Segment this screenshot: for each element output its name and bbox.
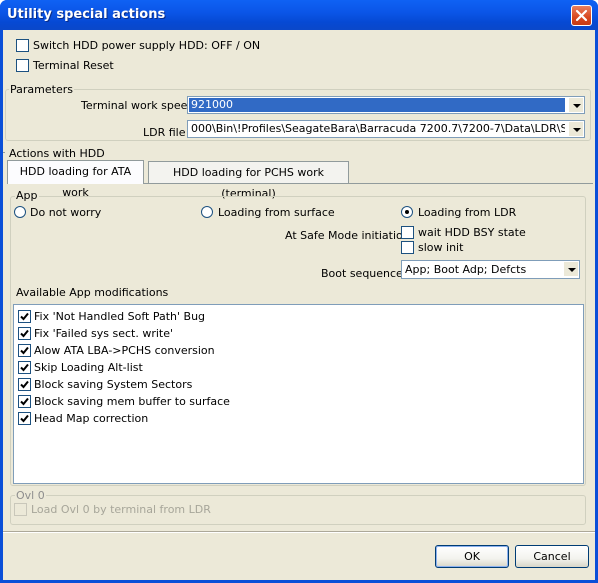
boot-sequence-select[interactable]: App; Boot Adp; Defcts xyxy=(401,260,580,279)
close-icon xyxy=(575,9,588,22)
list-item-label: Skip Loading Alt-list xyxy=(34,361,143,374)
checkbox-checked[interactable] xyxy=(18,412,31,425)
slow-init-checkbox[interactable] xyxy=(401,241,414,254)
radio-do-not-worry[interactable] xyxy=(14,206,26,218)
checkmark-icon xyxy=(20,363,29,372)
checkmark-icon xyxy=(20,397,29,406)
checkmark-icon xyxy=(20,380,29,389)
terminal-reset-checkbox[interactable] xyxy=(16,59,29,72)
list-item-label: Alow ATA LBA->PCHS conversion xyxy=(34,344,215,357)
chevron-down-icon[interactable] xyxy=(564,262,578,276)
radio-loading-from-surface[interactable] xyxy=(201,206,213,218)
ok-button[interactable]: OK xyxy=(435,545,509,568)
load-ovl-label: Load Ovl 0 by terminal from LDR xyxy=(31,503,211,516)
boot-sequence-label: Boot sequence xyxy=(321,267,403,280)
terminal-reset-label: Terminal Reset xyxy=(33,59,114,72)
ldr-file-select[interactable]: 000\Bin\!Profiles\SeagateBara\Barracuda … xyxy=(187,120,585,138)
dialog-window: Utility special actions Switch HDD power… xyxy=(0,0,598,583)
chevron-down-icon[interactable] xyxy=(569,122,583,136)
checkbox-checked[interactable] xyxy=(18,378,31,391)
cancel-button[interactable]: Cancel xyxy=(515,545,589,568)
tab-ata-work[interactable]: HDD loading for ATA work xyxy=(7,160,144,199)
radio-loading-from-ldr[interactable] xyxy=(401,206,413,218)
close-button[interactable] xyxy=(571,5,592,26)
checkmark-icon xyxy=(20,414,29,423)
tab-pchs-work[interactable]: HDD loading for PCHS work (terminal) xyxy=(148,161,349,200)
switch-power-checkbox[interactable] xyxy=(16,39,29,52)
switch-power-label: Switch HDD power supply HDD: OFF / ON xyxy=(33,39,261,52)
terminal-speed-label: Terminal work speed xyxy=(81,99,195,112)
checkbox-checked[interactable] xyxy=(18,310,31,323)
app-group-label: App xyxy=(15,189,39,202)
checkmark-icon xyxy=(20,329,29,338)
wait-bsy-label: wait HDD BSY state xyxy=(418,226,526,239)
radio-loading-from-ldr-label: Loading from LDR xyxy=(418,206,517,219)
ldr-file-value: 000\Bin\!Profiles\SeagateBara\Barracuda … xyxy=(191,122,565,135)
actions-group-label: Actions with HDD xyxy=(9,147,105,160)
safe-mode-label: At Safe Mode initiation xyxy=(285,229,410,242)
checkbox-checked[interactable] xyxy=(18,361,31,374)
load-ovl-checkbox[interactable] xyxy=(14,503,27,516)
list-item-label: Block saving mem buffer to surface xyxy=(34,395,230,408)
modifications-list[interactable]: Fix 'Not Handled Soft Path' Bug Fix 'Fai… xyxy=(13,304,584,484)
list-item-label: Fix 'Failed sys sect. write' xyxy=(34,327,174,340)
dialog-body: Switch HDD power supply HDD: OFF / ON Te… xyxy=(3,30,595,580)
radio-loading-from-surface-label: Loading from surface xyxy=(218,206,335,219)
boot-sequence-value: App; Boot Adp; Defcts xyxy=(405,263,527,276)
list-item-label: Block saving System Sectors xyxy=(34,378,193,391)
title-bar[interactable]: Utility special actions xyxy=(0,0,598,30)
chevron-down-icon[interactable] xyxy=(569,98,583,112)
ovl-group-label: Ovl 0 xyxy=(15,489,46,502)
list-item-label: Head Map correction xyxy=(34,412,149,425)
list-item-label: Fix 'Not Handled Soft Path' Bug xyxy=(34,310,206,323)
checkbox-checked[interactable] xyxy=(18,327,31,340)
checkbox-checked[interactable] xyxy=(18,344,31,357)
wait-bsy-checkbox[interactable] xyxy=(401,226,414,239)
terminal-speed-select[interactable]: 921000 xyxy=(187,96,585,114)
ldr-file-label: LDR file xyxy=(143,126,186,139)
window-title: Utility special actions xyxy=(7,7,166,22)
terminal-speed-value: 921000 xyxy=(189,98,565,112)
parameters-group-label: Parameters xyxy=(9,83,74,96)
modifications-label: Available App modifications xyxy=(16,286,169,299)
checkbox-checked[interactable] xyxy=(18,395,31,408)
radio-do-not-worry-label: Do not worry xyxy=(30,206,102,219)
checkmark-icon xyxy=(20,312,29,321)
checkmark-icon xyxy=(20,346,29,355)
slow-init-label: slow init xyxy=(418,241,464,254)
